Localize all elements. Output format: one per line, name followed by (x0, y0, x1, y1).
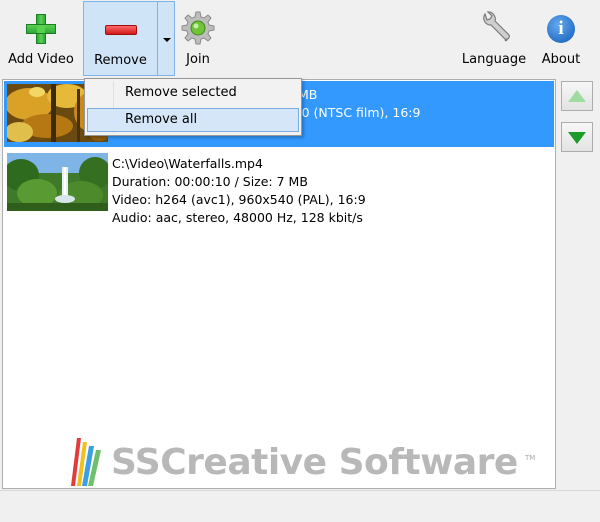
triangle-up-icon (568, 90, 586, 102)
about-button[interactable]: i About (534, 0, 588, 76)
menu-item-remove-selected[interactable]: Remove selected (87, 82, 299, 106)
join-label: Join (186, 52, 210, 67)
add-video-label: Add Video (8, 52, 74, 67)
watermark-trademark: TM (525, 454, 536, 462)
info-icon: i (544, 12, 578, 46)
green-plus-icon (24, 12, 58, 46)
about-label: About (541, 52, 581, 67)
video-stream-info: Video: h264 (avc1), 960x540 (PAL), 16:9 (112, 192, 366, 207)
wrench-icon (477, 11, 511, 46)
remove-dropdown-arrow[interactable] (157, 2, 175, 75)
remove-button[interactable]: Remove (84, 1, 157, 77)
remove-label: Remove (94, 53, 147, 68)
gear-icon (181, 11, 215, 46)
join-button[interactable]: Join (176, 0, 220, 76)
video-thumbnail-waterfalls (7, 153, 108, 211)
video-duration-size: Duration: 00:00:10 / Size: 7 MB (112, 174, 308, 189)
triangle-down-icon (568, 132, 586, 144)
language-button[interactable]: Language (458, 0, 530, 76)
red-minus-icon (104, 13, 138, 47)
audio-stream-info: Audio: aac, stereo, 48000 Hz, 128 kbit/s (112, 210, 363, 225)
remove-dropdown-menu: Remove selected Remove all (84, 78, 302, 136)
video-path: C:\Video\Waterfalls.mp4 (112, 156, 263, 171)
toolbar: Add Video Remove Join Language i About (0, 0, 600, 78)
chevron-down-icon (163, 38, 171, 42)
remove-split-button: Remove (83, 1, 175, 76)
video-list[interactable]: MB Video: h264 (avc1), 1920x1080 (NTSC f… (2, 79, 556, 489)
language-label: Language (461, 52, 527, 67)
watermark-text: SSCreative Software (111, 442, 518, 483)
list-item[interactable]: C:\Video\Waterfalls.mp4 Duration: 00:00:… (4, 150, 554, 225)
menu-item-remove-all[interactable]: Remove all (87, 108, 299, 132)
add-video-button[interactable]: Add Video (2, 0, 80, 76)
move-down-button[interactable] (561, 122, 593, 152)
ssc-logo-icon (67, 436, 107, 488)
status-bar (0, 490, 600, 522)
move-up-button[interactable] (561, 81, 593, 111)
info-glyph: i (547, 15, 575, 43)
